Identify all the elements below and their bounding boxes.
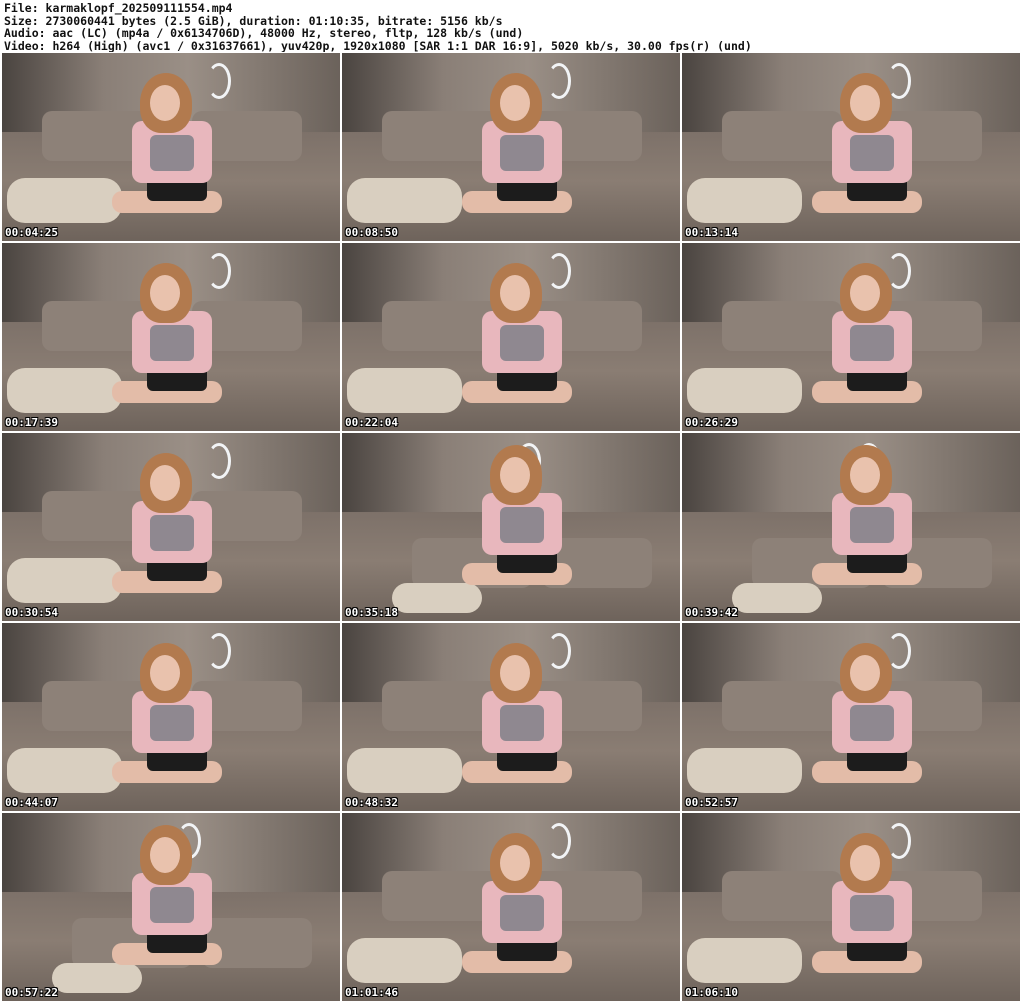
thumbnail-frame: 00:39:42: [682, 433, 1020, 621]
scene-person: [802, 831, 942, 1001]
scene-person-shirt-print: [150, 887, 194, 923]
scene-person-shirt-print: [150, 325, 194, 361]
thumbnail-timestamp: 00:52:57: [685, 796, 738, 809]
audio-info-line: Audio: aac (LC) (mp4a / 0x6134706D), 480…: [4, 27, 524, 40]
scene-person: [452, 71, 592, 241]
thumbnail-timestamp: 01:06:10: [685, 986, 738, 999]
scene-person: [102, 641, 242, 811]
thumbnail-timestamp: 00:30:54: [5, 606, 58, 619]
thumbnail-frame: 00:52:57: [682, 623, 1020, 811]
scene-person-face: [500, 845, 530, 881]
thumbnail-frame: 00:17:39: [2, 243, 340, 431]
scene-person-face: [150, 465, 180, 501]
scene-pillow: [347, 178, 462, 223]
scene-person-face: [500, 655, 530, 691]
video-info-line: Video: h264 (High) (avc1 / 0x31637661), …: [4, 39, 752, 53]
scene-person-shirt-print: [150, 515, 194, 551]
thumbnail-frame: 01:01:46: [342, 813, 680, 1001]
thumbnail-frame: 01:06:10: [682, 813, 1020, 1001]
thumbnail-timestamp: 00:04:25: [5, 226, 58, 239]
scene-person: [452, 641, 592, 811]
thumbnail-frame: 00:22:04: [342, 243, 680, 431]
thumbnail-frame: 00:35:18: [342, 433, 680, 621]
thumbnail-timestamp: 00:39:42: [685, 606, 738, 619]
thumbnail-timestamp: 00:13:14: [685, 226, 738, 239]
file-size-line: Size: 2730060441 bytes (2.5 GiB), durati…: [4, 14, 503, 28]
scene-person-shirt-print: [500, 895, 544, 931]
scene-person: [102, 823, 242, 993]
scene-person: [452, 831, 592, 1001]
file-info-header: File: karmaklopf_202509111554.mp4 Size: …: [4, 2, 1020, 52]
scene-pillow: [687, 748, 802, 793]
thumbnail-timestamp: 00:48:32: [345, 796, 398, 809]
thumbnail-timestamp: 00:17:39: [5, 416, 58, 429]
scene-person: [102, 261, 242, 431]
scene-person-shirt-print: [850, 325, 894, 361]
scene-person-face: [150, 837, 180, 873]
scene-person-face: [850, 85, 880, 121]
thumbnail-timestamp: 00:22:04: [345, 416, 398, 429]
scene-person: [802, 641, 942, 811]
thumbnail-frame: 00:08:50: [342, 53, 680, 241]
scene-person-face: [150, 655, 180, 691]
scene-person: [102, 71, 242, 241]
scene-person-face: [500, 275, 530, 311]
thumbnail-timestamp: 00:08:50: [345, 226, 398, 239]
thumbnail-frame: 00:57:22: [2, 813, 340, 1001]
scene-pillow: [687, 178, 802, 223]
scene-person-shirt-print: [500, 705, 544, 741]
scene-person-shirt-print: [850, 135, 894, 171]
scene-person-face: [500, 85, 530, 121]
scene-person-face: [850, 275, 880, 311]
thumbnail-timestamp: 00:35:18: [345, 606, 398, 619]
thumbnail-frame: 00:26:29: [682, 243, 1020, 431]
scene-person-shirt-print: [500, 135, 544, 171]
scene-person: [452, 261, 592, 431]
thumbnail-frame: 00:13:14: [682, 53, 1020, 241]
thumbnail-frame: 00:30:54: [2, 433, 340, 621]
scene-person-face: [850, 845, 880, 881]
thumbnail-grid: 00:04:25 00:08:50 00:13:14 00:17:39 00:2…: [2, 53, 1020, 1001]
file-name-line: File: karmaklopf_202509111554.mp4: [4, 2, 233, 15]
scene-person-face: [500, 457, 530, 493]
scene-person-shirt-print: [150, 135, 194, 171]
scene-person-shirt-print: [150, 705, 194, 741]
scene-person: [802, 443, 942, 613]
thumbnail-timestamp: 00:57:22: [5, 986, 58, 999]
scene-person-face: [150, 85, 180, 121]
scene-pillow: [347, 748, 462, 793]
scene-person-shirt-print: [850, 507, 894, 543]
scene-pillow: [347, 368, 462, 413]
thumbnail-timestamp: 01:01:46: [345, 986, 398, 999]
scene-person: [102, 451, 242, 621]
scene-person-shirt-print: [500, 325, 544, 361]
thumbnail-timestamp: 00:26:29: [685, 416, 738, 429]
scene-pillow: [347, 938, 462, 983]
scene-person-shirt-print: [850, 705, 894, 741]
scene-person-shirt-print: [500, 507, 544, 543]
scene-person-face: [850, 655, 880, 691]
scene-person-shirt-print: [850, 895, 894, 931]
scene-pillow: [687, 938, 802, 983]
scene-person: [452, 443, 592, 613]
scene-person-face: [850, 457, 880, 493]
thumbnail-timestamp: 00:44:07: [5, 796, 58, 809]
thumbnail-frame: 00:04:25: [2, 53, 340, 241]
thumbnail-frame: 00:48:32: [342, 623, 680, 811]
thumbnail-frame: 00:44:07: [2, 623, 340, 811]
scene-pillow: [687, 368, 802, 413]
scene-person: [802, 261, 942, 431]
scene-person-face: [150, 275, 180, 311]
scene-person: [802, 71, 942, 241]
